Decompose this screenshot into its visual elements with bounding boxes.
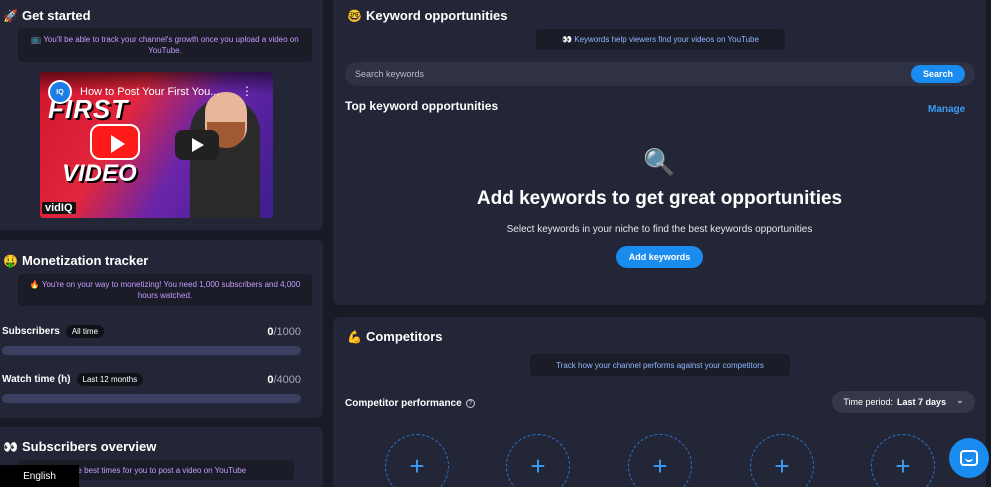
help-icon[interactable]: ?: [465, 399, 475, 408]
subscribers-count: 0/1000: [267, 326, 301, 338]
top-keyword-opportunities-title: Top keyword opportunities: [345, 99, 499, 113]
watch-time-period-pill: Last 12 months: [76, 373, 144, 386]
competitor-performance-label: Competitor performance ?: [345, 398, 475, 409]
fire-icon: 🔥: [29, 280, 40, 289]
monetization-notice: 🔥 You're on your way to monetizing! You …: [18, 274, 312, 306]
rocket-icon: 🚀: [3, 8, 18, 23]
chat-launcher-button[interactable]: [949, 438, 989, 478]
magnifier-icon: 🔍: [643, 148, 676, 178]
subscribers-overview-title: 👀 Subscribers overview: [3, 439, 157, 454]
keywords-notice: 👀 Keywords help viewers find your videos…: [536, 29, 785, 50]
flexed-biceps-icon: 💪: [347, 329, 362, 344]
tv-icon: 📺: [31, 35, 42, 44]
channel-avatar-icon[interactable]: IQ: [48, 80, 72, 104]
language-selector[interactable]: English: [0, 465, 79, 487]
competitors-notice: Track how your channel performs against …: [530, 354, 790, 376]
competitors-title: 💪 Competitors: [347, 329, 443, 344]
eyes-icon: 👀: [3, 439, 18, 454]
video-title[interactable]: How to Post Your First You...: [80, 86, 250, 98]
eyes-icon: 👀: [562, 35, 573, 44]
subscribers-period-pill: All time: [65, 325, 105, 338]
keyword-search-bar: Search: [345, 62, 975, 86]
money-face-icon: 🤑: [3, 253, 18, 268]
get-started-title: 🚀 Get started: [3, 8, 91, 23]
thumbnail-text-video: VIDEO: [62, 160, 137, 187]
chevron-down-icon: ⌄: [956, 394, 964, 405]
vidiq-logo: vidIQ: [42, 202, 76, 214]
watch-time-row: Watch time (h) Last 12 months: [2, 373, 144, 386]
tutorial-video-thumbnail[interactable]: FIRST VIDEO IQ How to Post Your First Yo…: [40, 72, 273, 218]
empty-state-subtitle: Select keywords in your niche to find th…: [506, 224, 813, 235]
time-period-value: Last 7 days: [897, 397, 947, 407]
more-options-icon[interactable]: ⋮: [241, 84, 253, 98]
watch-time-label: Watch time (h): [2, 374, 71, 385]
time-period-dropdown[interactable]: Time period: Last 7 days ⌄: [832, 391, 975, 413]
monetization-title: 🤑 Monetization tracker: [3, 253, 149, 268]
keyword-search-input[interactable]: [355, 66, 895, 82]
chat-icon: [960, 450, 978, 466]
nerd-face-icon: 🤓: [347, 8, 362, 23]
manage-keywords-link[interactable]: Manage: [928, 104, 965, 115]
subscribers-label: Subscribers: [2, 326, 60, 337]
add-keywords-button[interactable]: Add keywords: [616, 246, 703, 268]
dashboard: 🚀 Get started 📺 You'll be able to track …: [0, 0, 991, 487]
watch-time-progress-bar: [2, 394, 301, 403]
empty-state-title: Add keywords to get great opportunities: [476, 188, 843, 209]
watch-time-count: 0/4000: [267, 374, 301, 386]
youtube-logo-icon: [90, 124, 140, 160]
subscribers-row: Subscribers All time: [2, 325, 105, 338]
time-period-label: Time period:: [843, 397, 894, 407]
keyword-opportunities-title: 🤓 Keyword opportunities: [347, 8, 508, 23]
subscribers-progress-bar: [2, 346, 301, 355]
get-started-notice: 📺 You'll be able to track your channel's…: [18, 28, 312, 62]
keyword-search-button[interactable]: Search: [911, 65, 965, 83]
play-button-icon[interactable]: [175, 130, 219, 160]
